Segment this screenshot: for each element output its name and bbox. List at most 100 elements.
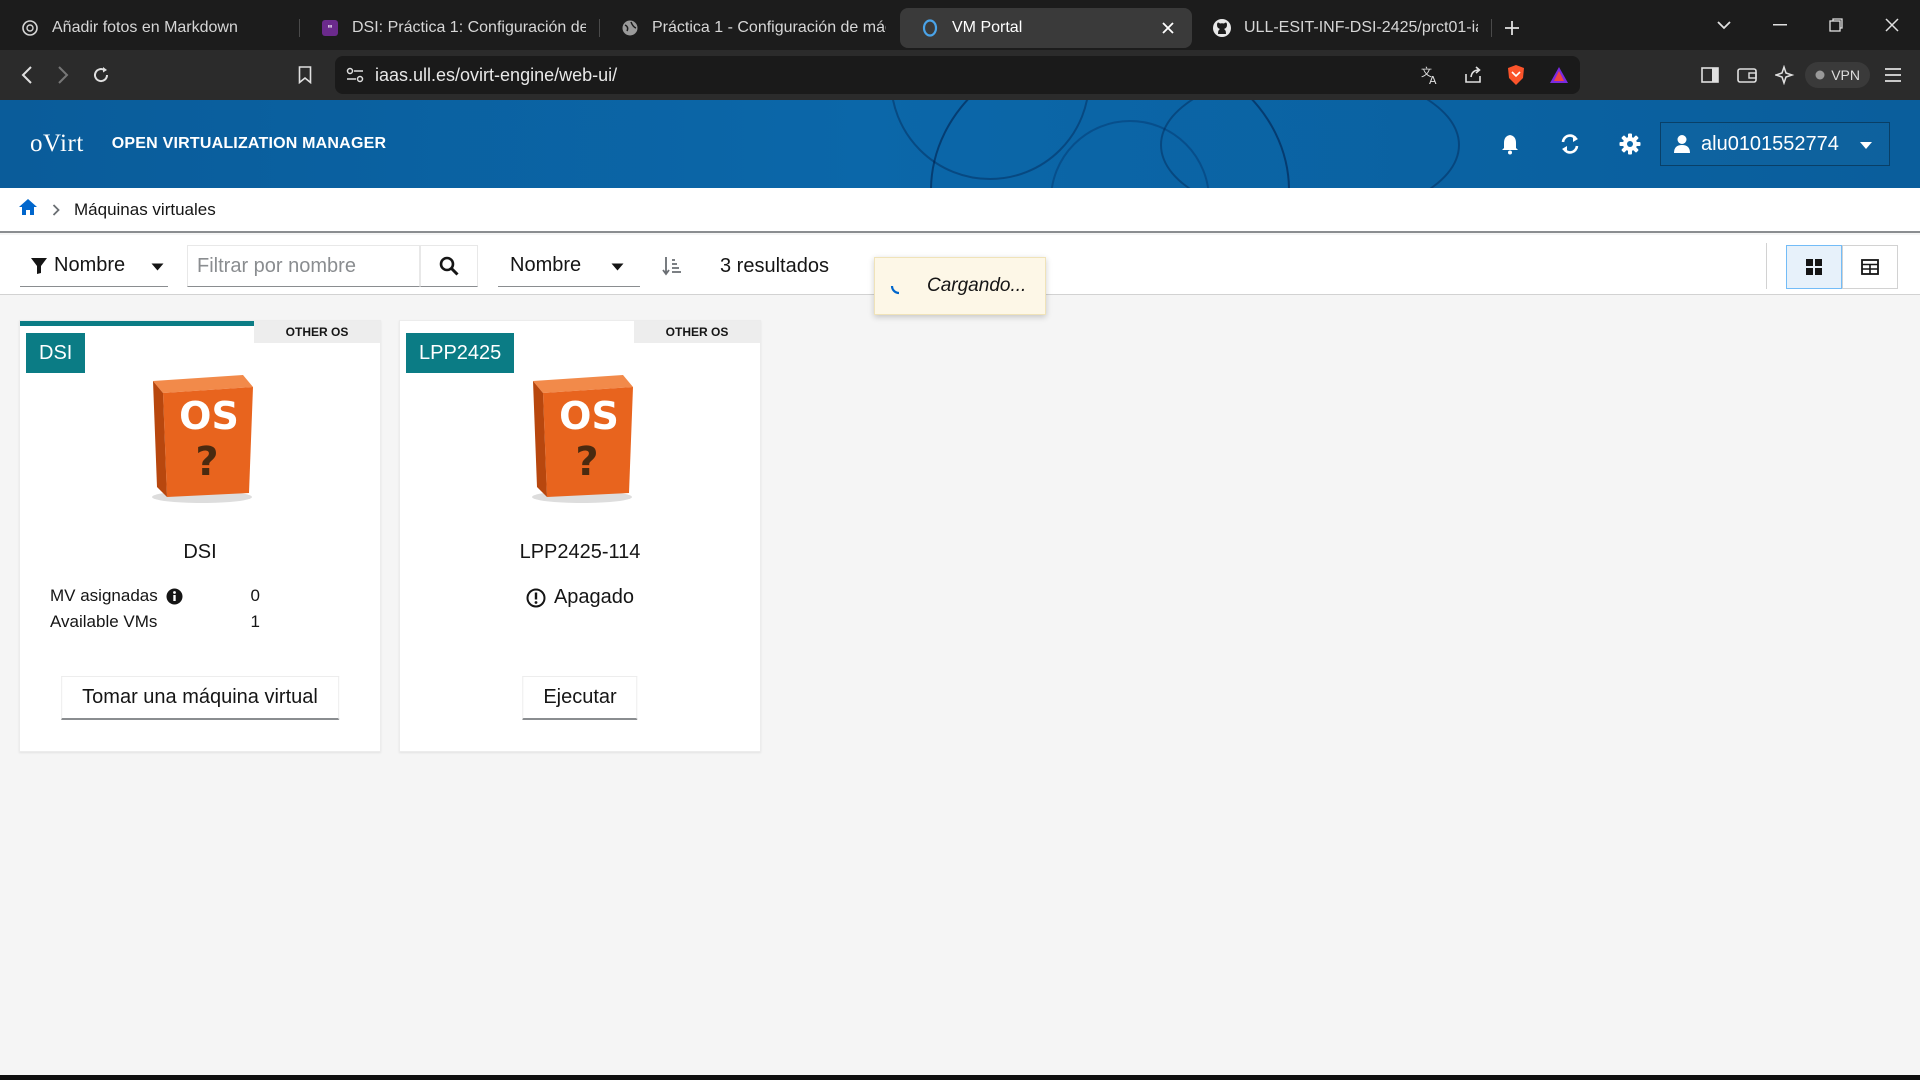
browser-tab-vm-portal[interactable]: VM Portal (900, 8, 1192, 48)
sparkle-icon (1775, 65, 1795, 85)
user-icon (1674, 135, 1690, 153)
card-view-button[interactable] (1786, 245, 1842, 289)
search-button[interactable] (420, 245, 478, 287)
ovirt-icon (920, 18, 940, 38)
vm-status: Apagado (400, 586, 760, 609)
svg-text:": " (327, 24, 332, 35)
settings-button[interactable] (1615, 129, 1645, 159)
os-tag: OTHER OS (634, 321, 760, 343)
assigned-label: MV asignadas (50, 586, 158, 605)
arrow-right-icon (58, 66, 69, 84)
pool-label: LPP2425 (406, 333, 515, 373)
tab-label: Añadir fotos en Markdown (52, 19, 238, 36)
sync-icon (1561, 134, 1579, 154)
power-off-icon (526, 588, 546, 607)
browser-tab-practica[interactable]: Práctica 1 - Configuración de máqu (600, 8, 900, 48)
notifications-button[interactable] (1495, 129, 1525, 159)
close-window-button[interactable] (1864, 0, 1920, 50)
globe-icon (620, 18, 640, 38)
minimize-button[interactable] (1752, 0, 1808, 50)
spinner-icon (890, 285, 900, 295)
sort-amount-down-icon (662, 257, 681, 276)
translate-icon[interactable]: 文A (1408, 56, 1451, 94)
available-label: Available VMs (50, 612, 158, 631)
filter-field-select[interactable]: Nombre (20, 245, 168, 287)
github-icon (1212, 18, 1232, 38)
caret-down-icon (611, 254, 624, 277)
vm-name: LPP2425-114 (519, 541, 641, 563)
assigned-value: 0 (250, 586, 260, 605)
caret-down-icon (151, 254, 164, 277)
address-bar[interactable]: iaas.ull.es/ovirt-engine/web-ui/ 文A (335, 56, 1580, 94)
vm-portal-page: oVirt OPEN VIRTUALIZATION MANAGER alu010… (0, 100, 1920, 1075)
tab-label: DSI: Práctica 1: Configuración de m (352, 19, 586, 36)
sidebar-icon (1701, 67, 1719, 83)
browser-tab-github[interactable]: ULL-ESIT-INF-DSI-2425/prct01-iaas (1192, 8, 1492, 48)
plus-icon (1505, 21, 1519, 35)
sort-field-select[interactable]: Nombre (498, 245, 640, 287)
filter-input[interactable] (187, 245, 420, 287)
share-icon[interactable] (1451, 56, 1494, 94)
refresh-button[interactable] (1555, 129, 1585, 159)
minimize-icon (1773, 24, 1787, 26)
reload-icon (94, 67, 109, 83)
th-large-icon (1806, 259, 1822, 275)
chevron-down-icon (1717, 21, 1731, 30)
pool-stats: MV asignadas 0 Available VMs 1 (50, 583, 320, 635)
tab-label: VM Portal (952, 19, 1023, 36)
brave-shields-icon[interactable] (1494, 56, 1537, 94)
card-status-bar (20, 321, 255, 326)
vpn-button[interactable]: VPN (1805, 62, 1870, 88)
vm-status-label: Apagado (553, 586, 635, 608)
filter-icon (31, 257, 47, 274)
bookmark-icon (298, 66, 312, 84)
svg-text:?: ? (575, 439, 598, 485)
tab-list-button[interactable] (1696, 0, 1752, 50)
run-button[interactable]: Ejecutar (522, 676, 638, 720)
user-menu[interactable]: alu0101552774 (1660, 122, 1890, 166)
sidebar-toggle-button[interactable] (1695, 60, 1725, 90)
username: alu0101552774 (1701, 132, 1839, 155)
wallet-button[interactable] (1732, 60, 1762, 90)
new-tab-button[interactable] (1492, 8, 1532, 48)
close-icon[interactable] (1158, 18, 1178, 38)
loading-text: Cargando... (927, 275, 1027, 296)
vm-card-lpp2425-114[interactable]: OTHER OS LPP2425 OS ? LPP2425-114 Apagad… (399, 320, 761, 752)
filter-field-label: Nombre (54, 254, 126, 276)
browser-tabstrip: Añadir fotos en Markdown " DSI: Práctica… (0, 0, 1920, 50)
svg-text:A: A (1429, 74, 1437, 85)
available-value: 1 (250, 612, 260, 631)
browser-tab-markdown[interactable]: Añadir fotos en Markdown (0, 8, 300, 48)
restore-button[interactable] (1808, 0, 1864, 50)
breadcrumb: Máquinas virtuales (0, 188, 1920, 233)
leo-ai-button[interactable] (1770, 60, 1800, 90)
caret-down-icon (1859, 133, 1873, 156)
sort-direction-button[interactable] (655, 249, 689, 283)
tab-label: Práctica 1 - Configuración de máqu (652, 19, 886, 36)
take-vm-button[interactable]: Tomar una máquina virtual (61, 676, 339, 720)
bookmark-button[interactable] (290, 60, 320, 90)
vm-pool-card-dsi[interactable]: OTHER OS DSI OS ? DSI MV asignadas 0 Ava… (19, 320, 381, 752)
browser-menu-button[interactable] (1878, 60, 1908, 90)
table-icon (1861, 259, 1879, 275)
table-view-button[interactable] (1842, 245, 1898, 289)
vpn-label: VPN (1831, 67, 1860, 83)
masthead: oVirt OPEN VIRTUALIZATION MANAGER alu010… (0, 100, 1920, 188)
brand: oVirt OPEN VIRTUALIZATION MANAGER (30, 100, 386, 188)
browser-tab-teams[interactable]: " DSI: Práctica 1: Configuración de m (300, 8, 600, 48)
vm-name: DSI (183, 541, 217, 563)
ovirt-logo[interactable]: oVirt (30, 130, 84, 158)
forward-button[interactable] (48, 60, 78, 90)
url-text: iaas.ull.es/ovirt-engine/web-ui/ (375, 64, 618, 85)
other-os-box-icon: OS ? (152, 375, 253, 503)
restore-icon (1829, 18, 1843, 32)
wallet-icon (1737, 68, 1757, 83)
back-button[interactable] (12, 60, 42, 90)
reload-button[interactable] (86, 60, 116, 90)
info-circle-icon[interactable] (166, 588, 183, 605)
brave-rewards-icon[interactable] (1537, 56, 1580, 94)
close-icon (1885, 18, 1899, 32)
site-settings-icon[interactable] (335, 56, 375, 94)
home-icon[interactable] (18, 198, 38, 221)
svg-text:OS: OS (179, 394, 239, 438)
